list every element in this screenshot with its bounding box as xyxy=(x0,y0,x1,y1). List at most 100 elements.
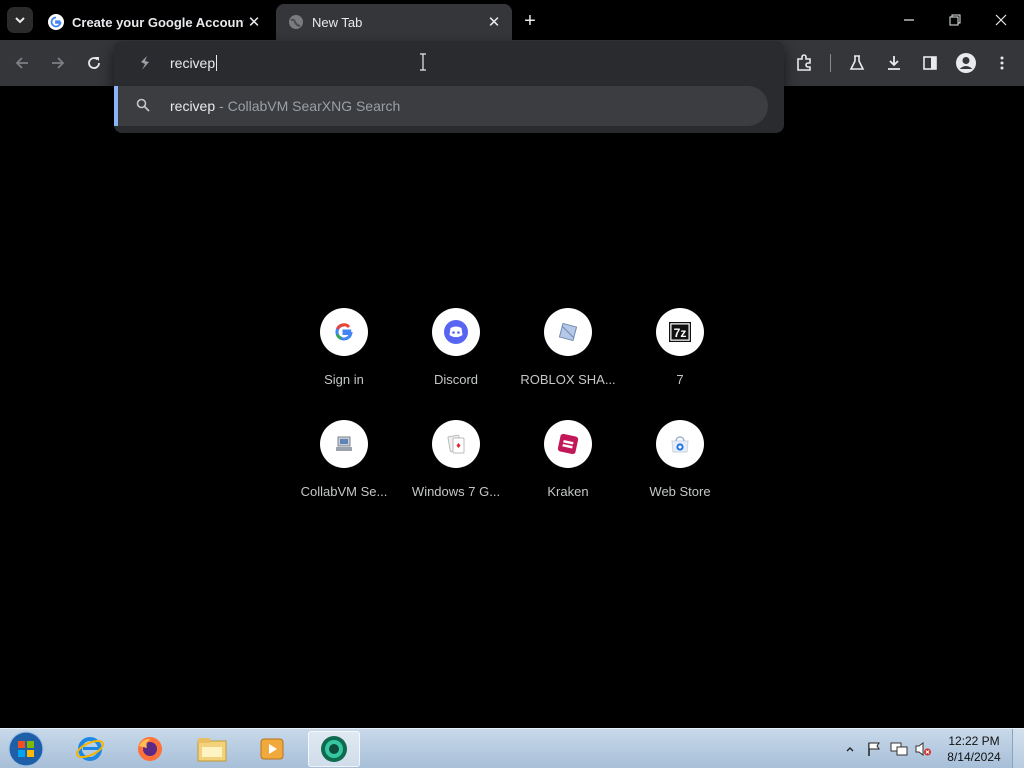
system-clock[interactable]: 12:22 PM 8/14/2024 xyxy=(938,733,1010,765)
shortcut-tile xyxy=(432,420,480,468)
puzzle-icon xyxy=(797,54,811,71)
minimize-button[interactable] xyxy=(886,0,932,40)
shortcut-label: Kraken xyxy=(547,484,589,499)
google-g-icon xyxy=(48,14,64,30)
action-center-flag[interactable] xyxy=(864,729,884,768)
toolbar-divider xyxy=(830,54,831,72)
show-desktop-button[interactable] xyxy=(1012,729,1024,768)
shortcut-sign-in[interactable]: Sign in xyxy=(288,300,400,404)
address-input[interactable]: recivep xyxy=(170,55,218,71)
shortcut-tile xyxy=(320,420,368,468)
text-cursor-icon xyxy=(418,53,428,76)
taskbar-file-explorer[interactable] xyxy=(186,731,238,767)
globe-icon xyxy=(288,14,304,30)
download-icon xyxy=(888,56,900,70)
menu-button[interactable] xyxy=(988,49,1016,77)
arrow-right-icon xyxy=(52,57,65,69)
shortcut-tile xyxy=(432,308,480,356)
close-icon xyxy=(995,14,1007,26)
shortcut-roblox[interactable]: ROBLOX SHA... xyxy=(512,300,624,404)
start-button[interactable] xyxy=(6,730,46,768)
shortcut-tile: 7z xyxy=(656,308,704,356)
shortcut-label: Sign in xyxy=(324,372,364,387)
file-explorer-icon xyxy=(197,738,227,762)
taskbar: 12:22 PM 8/14/2024 xyxy=(0,728,1024,768)
kraken-icon xyxy=(557,433,579,455)
suggestion-separator: - xyxy=(219,98,224,114)
shortcut-windows7-games[interactable]: Windows 7 G... xyxy=(400,412,512,516)
taskbar-internet-explorer[interactable] xyxy=(64,731,116,767)
network-tray-icon[interactable] xyxy=(888,729,910,768)
shortcut-label: ROBLOX SHA... xyxy=(520,372,616,387)
shortcut-7[interactable]: 7z 7 xyxy=(624,300,736,404)
taskbar-firefox[interactable] xyxy=(124,731,176,767)
close-window-button[interactable] xyxy=(978,0,1024,40)
new-tab-button[interactable]: + xyxy=(518,9,542,33)
close-icon[interactable]: ✕ xyxy=(484,12,504,32)
shortcut-collabvm[interactable]: CollabVM Se... xyxy=(288,412,400,516)
flag-icon xyxy=(868,742,880,756)
flask-icon xyxy=(849,55,865,70)
shortcut-label: Discord xyxy=(433,372,479,387)
windows-orb-icon xyxy=(8,731,44,767)
text-caret xyxy=(216,55,218,71)
reload-icon xyxy=(88,57,100,69)
restore-icon xyxy=(949,14,961,26)
shortcut-label: CollabVM Se... xyxy=(300,484,388,499)
volume-tray-icon[interactable] xyxy=(912,729,934,768)
chevron-up-icon xyxy=(846,747,854,752)
forward-button[interactable] xyxy=(44,49,72,77)
taskbar-chrome-canary[interactable] xyxy=(308,731,360,767)
taskbar-media-player[interactable] xyxy=(246,731,298,767)
tab-search-button[interactable] xyxy=(7,7,33,33)
profile-button[interactable] xyxy=(952,49,980,77)
suggestion-text: recivep - CollabVM SearXNG Search xyxy=(170,98,400,114)
shortcut-tile xyxy=(656,420,704,468)
chevron-down-icon xyxy=(15,17,25,24)
tab-title: New Tab xyxy=(312,14,363,30)
search-icon xyxy=(136,98,150,115)
shortcut-discord[interactable]: Discord xyxy=(400,300,512,404)
tab-create-google-account[interactable]: Create your Google Account ✕ xyxy=(36,4,272,40)
close-icon[interactable]: ✕ xyxy=(244,12,264,32)
kebab-menu-icon xyxy=(1000,56,1004,70)
clock-time: 12:22 PM xyxy=(948,734,1000,748)
show-hidden-icons-button[interactable] xyxy=(842,729,858,768)
avatar-icon xyxy=(956,53,976,73)
shortcut-tile xyxy=(544,420,592,468)
firefox-icon xyxy=(138,737,162,761)
restore-button[interactable] xyxy=(932,0,978,40)
reload-button[interactable] xyxy=(80,49,108,77)
google-g-icon xyxy=(335,323,353,341)
address-bar[interactable]: recivep xyxy=(114,41,784,85)
collabvm-icon xyxy=(336,436,352,451)
tab-strip: Create your Google Account ✕ New Tab ✕ + xyxy=(0,0,1024,40)
media-player-icon xyxy=(260,738,284,760)
back-button[interactable] xyxy=(8,49,36,77)
svg-text:7z: 7z xyxy=(674,326,687,340)
downloads-button[interactable] xyxy=(880,49,908,77)
suggestion-provider: CollabVM SearXNG Search xyxy=(227,98,401,114)
speaker-muted-icon xyxy=(915,742,931,756)
internet-explorer-icon xyxy=(76,737,104,761)
network-icon xyxy=(890,742,908,756)
extensions-button[interactable] xyxy=(790,49,818,77)
chrome-canary-icon xyxy=(321,736,347,762)
omnibox-suggestion[interactable]: recivep - CollabVM SearXNG Search xyxy=(114,86,768,126)
shortcut-label: 7 xyxy=(676,372,684,387)
7zip-icon: 7z xyxy=(669,322,691,342)
shortcut-tile xyxy=(320,308,368,356)
cards-icon xyxy=(447,434,465,454)
shortcut-web-store[interactable]: Web Store xyxy=(624,412,736,516)
side-panel-button[interactable] xyxy=(916,49,944,77)
labs-button[interactable] xyxy=(843,49,871,77)
side-panel-icon xyxy=(923,56,937,70)
shortcut-label: Windows 7 G... xyxy=(411,484,501,499)
address-input-text: recivep xyxy=(170,55,216,71)
shortcut-label: Web Store xyxy=(649,484,711,499)
roblox-icon xyxy=(558,322,578,342)
clock-date: 8/14/2024 xyxy=(947,750,1001,764)
tab-new-tab[interactable]: New Tab ✕ xyxy=(276,4,512,40)
shortcut-kraken[interactable]: Kraken xyxy=(512,412,624,516)
minimize-icon xyxy=(904,19,914,21)
